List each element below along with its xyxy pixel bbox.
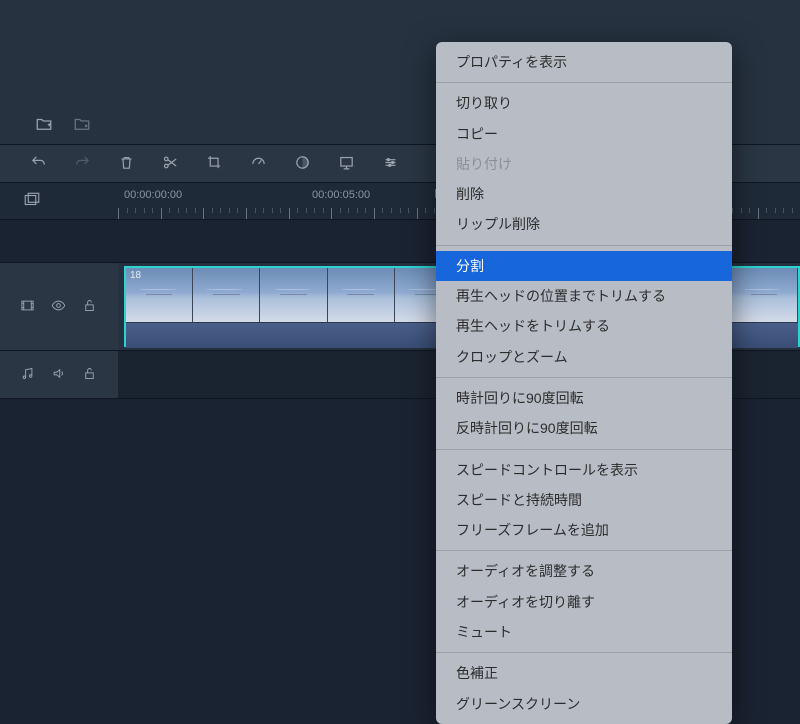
redo-icon bbox=[74, 154, 91, 174]
ctx-green-screen[interactable]: グリーンスクリーン bbox=[436, 689, 732, 719]
ctx-trim-playhead[interactable]: 再生ヘッドをトリムする bbox=[436, 311, 732, 341]
timecode-label: 00:00:00:00 bbox=[124, 189, 182, 201]
timecode-label: 00:00:05:00 bbox=[312, 189, 370, 201]
settings-icon[interactable] bbox=[382, 154, 399, 174]
ctx-ripple-delete[interactable]: リップル削除 bbox=[436, 209, 732, 239]
ctx-speed-control[interactable]: スピードコントロールを表示 bbox=[436, 455, 732, 485]
color-icon[interactable] bbox=[294, 154, 311, 174]
context-menu: プロパティを表示 切り取り コピー 貼り付け 削除 リップル削除 分割 再生ヘッ… bbox=[436, 42, 732, 724]
audio-track-head bbox=[0, 351, 118, 398]
ctx-trim-to-playhead[interactable]: 再生ヘッドの位置までトリムする bbox=[436, 281, 732, 311]
track-video-icon bbox=[20, 298, 35, 316]
crop-icon[interactable] bbox=[206, 154, 223, 174]
ctx-delete[interactable]: 削除 bbox=[436, 179, 732, 209]
ctx-freeze-frame[interactable]: フリーズフレームを追加 bbox=[436, 515, 732, 545]
greenscreen-icon[interactable] bbox=[338, 154, 355, 174]
ctx-mute[interactable]: ミュート bbox=[436, 617, 732, 647]
clip-frame-number: 18 bbox=[130, 270, 141, 281]
track-audio-icon bbox=[20, 366, 35, 384]
mute-icon[interactable] bbox=[51, 366, 66, 384]
speed-icon[interactable] bbox=[250, 154, 267, 174]
ctx-cut[interactable]: 切り取り bbox=[436, 88, 732, 118]
ctx-split[interactable]: 分割 bbox=[436, 251, 732, 281]
lock-icon[interactable] bbox=[82, 366, 97, 384]
lock-icon[interactable] bbox=[82, 298, 97, 316]
add-folder-icon[interactable] bbox=[35, 115, 53, 136]
split-icon[interactable] bbox=[162, 154, 179, 174]
ctx-rotate-cw[interactable]: 時計回りに90度回転 bbox=[436, 383, 732, 413]
visibility-icon[interactable] bbox=[51, 298, 66, 316]
ctx-audio-detach[interactable]: オーディオを切り離す bbox=[436, 587, 732, 617]
ctx-paste: 貼り付け bbox=[436, 149, 732, 179]
undo-icon[interactable] bbox=[30, 154, 47, 174]
ctx-rotate-ccw[interactable]: 反時計回りに90度回転 bbox=[436, 413, 732, 443]
fit-timeline-icon[interactable] bbox=[23, 191, 41, 212]
ctx-copy[interactable]: コピー bbox=[436, 119, 732, 149]
remove-folder-icon[interactable] bbox=[73, 115, 91, 136]
ctx-crop-zoom[interactable]: クロップとズーム bbox=[436, 342, 732, 372]
ctx-audio-adjust[interactable]: オーディオを調整する bbox=[436, 556, 732, 586]
ctx-color-correct[interactable]: 色補正 bbox=[436, 658, 732, 688]
ctx-show-properties[interactable]: プロパティを表示 bbox=[436, 47, 732, 77]
trash-icon[interactable] bbox=[118, 154, 135, 174]
ctx-speed-duration[interactable]: スピードと持続時間 bbox=[436, 485, 732, 515]
video-track-head bbox=[0, 263, 118, 350]
